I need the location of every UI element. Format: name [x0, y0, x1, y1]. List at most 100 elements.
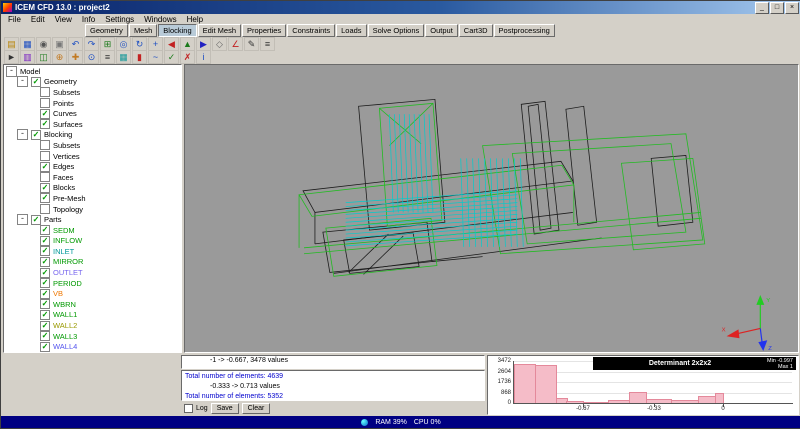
pan-view-icon[interactable]: +: [148, 36, 163, 51]
rotate-view-icon[interactable]: ↻: [132, 36, 147, 51]
checkbox-icon[interactable]: ✓: [40, 267, 50, 278]
undo-icon[interactable]: ↶: [68, 36, 83, 51]
delete-block-icon[interactable]: ✗: [180, 49, 195, 64]
tab-properties[interactable]: Properties: [242, 24, 287, 37]
tree-item-pre-mesh[interactable]: ✓ Pre-Mesh: [4, 193, 181, 204]
checkbox-icon[interactable]: [40, 87, 50, 98]
tab-blocking[interactable]: Blocking: [158, 24, 197, 37]
info-icon[interactable]: i: [196, 49, 211, 64]
tree-item-blocks[interactable]: ✓ Blocks: [4, 182, 181, 194]
merge-vertices-icon[interactable]: ⊕: [52, 49, 67, 64]
hist-bar[interactable]: [514, 363, 537, 404]
tree-item-part-wall4[interactable]: ✓ WALL4: [4, 341, 181, 352]
fit-window-icon[interactable]: ⊞: [100, 36, 115, 51]
title-bar[interactable]: ICEM CFD 13.0 : project2 _ □ ×: [1, 1, 800, 14]
view-iso-icon[interactable]: ◇: [212, 36, 227, 51]
tree-item-part-wall2[interactable]: ✓ WALL2: [4, 320, 181, 331]
tab-constraints[interactable]: Constraints: [287, 24, 336, 37]
edge-params-icon[interactable]: ≡: [100, 49, 115, 64]
histogram-panel[interactable]: 0 868 1736 2604 3472 -0.67 -0.33 0 Determinant 2…: [487, 355, 799, 415]
maximize-button[interactable]: □: [770, 1, 784, 14]
tab-output[interactable]: Output: [425, 24, 458, 37]
checkbox-icon[interactable]: ✓: [40, 341, 50, 352]
print-icon[interactable]: ▣: [52, 36, 67, 51]
tree-item-part-wbrn[interactable]: ✓ WBRN: [4, 299, 181, 310]
checkbox-icon[interactable]: ✓: [40, 288, 50, 299]
checkbox-icon[interactable]: ✓: [40, 108, 50, 119]
tree-item-part-mirror[interactable]: ✓ MIRROR: [4, 256, 181, 268]
expander-icon[interactable]: -: [17, 214, 28, 226]
view-y-icon[interactable]: ▲: [180, 36, 195, 51]
select-icon[interactable]: ►: [4, 49, 19, 64]
checkbox-icon[interactable]: [40, 204, 50, 215]
premesh-params-icon[interactable]: ▦: [116, 49, 131, 64]
tab-solve-options[interactable]: Solve Options: [367, 24, 425, 37]
menu-settings[interactable]: Settings: [100, 15, 139, 24]
checkbox-icon[interactable]: ✓: [40, 235, 50, 246]
tree-item-part-vb[interactable]: ✓ VB: [4, 288, 181, 299]
tree-item-curves[interactable]: ✓ Curves: [4, 108, 181, 119]
menu-info[interactable]: Info: [77, 15, 100, 24]
view-x-icon[interactable]: ◀: [164, 36, 179, 51]
checkbox-icon[interactable]: ✓: [31, 214, 41, 225]
menu-view[interactable]: View: [50, 15, 77, 24]
tree-item-part-wall3[interactable]: ✓ WALL3: [4, 331, 181, 342]
tree-item-parts[interactable]: - ✓ Parts: [4, 214, 181, 226]
checkbox-icon[interactable]: ✓: [31, 76, 41, 87]
tree-item-blocking[interactable]: - ✓ Blocking: [4, 129, 181, 141]
split-block-icon[interactable]: ▥: [20, 49, 35, 64]
close-button[interactable]: ×: [785, 1, 799, 14]
menu-windows[interactable]: Windows: [139, 15, 181, 24]
save-button[interactable]: Save: [210, 403, 239, 414]
tree-item-geometry-subsets[interactable]: Subsets: [4, 87, 181, 98]
expander-icon[interactable]: -: [17, 129, 28, 141]
tree-item-part-wall1[interactable]: ✓ WALL1: [4, 309, 181, 321]
tree-item-part-outlet[interactable]: ✓ OUTLET: [4, 267, 181, 278]
tree-item-edges[interactable]: ✓ Edges: [4, 161, 181, 172]
tree-item-topology[interactable]: Topology: [4, 204, 181, 215]
measure-icon[interactable]: ∠: [228, 36, 243, 51]
checkbox-icon[interactable]: ✓: [40, 193, 50, 204]
checkbox-icon[interactable]: ✓: [40, 256, 50, 267]
tab-geometry[interactable]: Geometry: [85, 24, 128, 37]
tab-loads[interactable]: Loads: [336, 24, 367, 37]
tab-mesh[interactable]: Mesh: [128, 24, 158, 37]
menu-file[interactable]: File: [3, 15, 26, 24]
tree-item-surfaces[interactable]: ✓ Surfaces: [4, 119, 181, 130]
hist-bar[interactable]: [534, 364, 558, 404]
checkbox-icon[interactable]: ✓: [40, 331, 50, 342]
screenshot-icon[interactable]: ◉: [36, 36, 51, 51]
smooth-mesh-icon[interactable]: ~: [148, 49, 163, 64]
checkbox-icon[interactable]: ✓: [40, 182, 50, 193]
tree-item-points[interactable]: Points: [4, 98, 181, 109]
display-options-icon[interactable]: ≡: [260, 36, 275, 51]
expander-icon[interactable]: -: [6, 65, 17, 77]
checkbox-icon[interactable]: [40, 140, 50, 151]
checkbox-icon[interactable]: ✓: [40, 161, 50, 172]
associate-icon[interactable]: ⊙: [84, 49, 99, 64]
menu-help[interactable]: Help: [182, 15, 208, 24]
view-z-icon[interactable]: ▶: [196, 36, 211, 51]
tree-item-faces[interactable]: Faces: [4, 172, 181, 183]
checkbox-icon[interactable]: [40, 151, 50, 162]
checkbox-icon[interactable]: ✓: [40, 309, 50, 320]
checkbox-icon[interactable]: ✓: [31, 129, 41, 140]
tab-cart3d[interactable]: Cart3D: [458, 24, 493, 37]
annotation-icon[interactable]: ✎: [244, 36, 259, 51]
quality-histogram-icon[interactable]: ▮: [132, 49, 147, 64]
tree-item-part-inflow[interactable]: ✓ INFLOW: [4, 235, 181, 247]
viewport-3d[interactable]: Y X Z: [184, 64, 799, 353]
checkbox-icon[interactable]: ✓: [40, 119, 50, 130]
tree-item-part-inlet[interactable]: ✓ INLET: [4, 246, 181, 257]
tree-item-vertices[interactable]: Vertices: [4, 151, 181, 162]
tree-item-model[interactable]: - Model: [4, 65, 181, 77]
checkbox-icon[interactable]: [40, 172, 50, 183]
expander-icon[interactable]: -: [17, 76, 28, 88]
open-project-icon[interactable]: ▤: [4, 36, 19, 51]
checkbox-icon[interactable]: ✓: [40, 225, 50, 236]
minimize-button[interactable]: _: [755, 1, 769, 14]
checkbox-icon[interactable]: ✓: [40, 278, 50, 289]
check-mesh-icon[interactable]: ✓: [164, 49, 179, 64]
menu-edit[interactable]: Edit: [26, 15, 50, 24]
log-checkbox[interactable]: [184, 404, 193, 413]
